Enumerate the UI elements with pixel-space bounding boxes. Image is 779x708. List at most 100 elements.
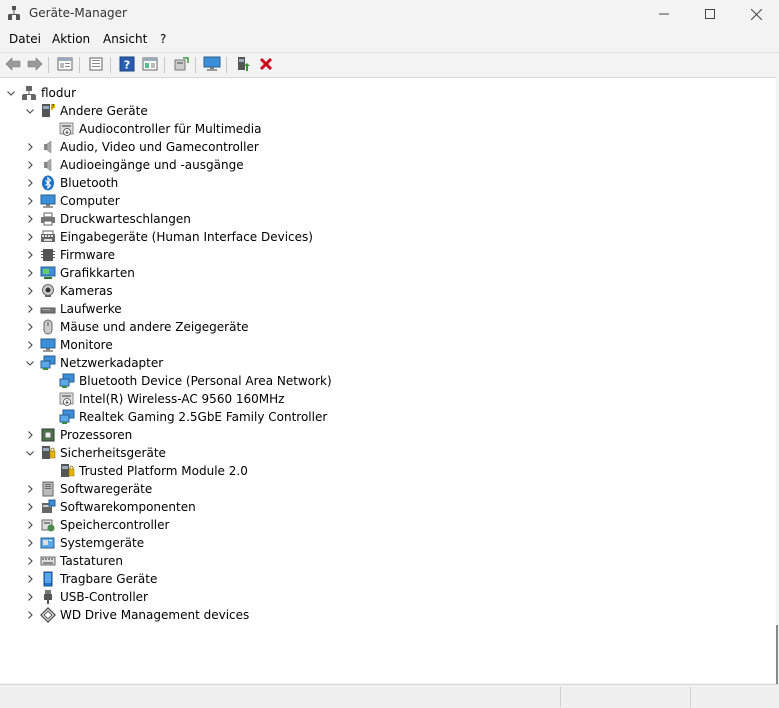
tree-item-label: Prozessoren: [60, 428, 133, 442]
tree-item-label: Tastaturen: [60, 554, 123, 568]
menu-ansicht[interactable]: Ansicht: [103, 32, 147, 46]
chevron-right-icon[interactable]: [22, 481, 38, 497]
tree-item-firmware[interactable]: Firmware: [22, 246, 115, 264]
back-button[interactable]: [4, 56, 22, 74]
monitor-button[interactable]: [203, 56, 221, 74]
tree-item-eingabeger-te-human-interface-devices[interactable]: Eingabegeräte (Human Interface Devices): [22, 228, 313, 246]
chevron-right-icon[interactable]: [22, 517, 38, 533]
tree-item-label: Tragbare Geräte: [60, 572, 158, 586]
chevron-right-icon[interactable]: [22, 193, 38, 209]
chevron-right-icon[interactable]: [22, 283, 38, 299]
tree-item-kameras[interactable]: Kameras: [22, 282, 113, 300]
properties-button[interactable]: [56, 56, 74, 74]
tree-item-label: Bluetooth: [60, 176, 119, 190]
tree-item-wd-drive-management-devices[interactable]: WD Drive Management devices: [22, 606, 249, 624]
chevron-right-icon[interactable]: [22, 265, 38, 281]
tree-item-grafikkarten[interactable]: Grafikkarten: [22, 264, 135, 282]
tree-item-label: Kameras: [60, 284, 113, 298]
maximize-button[interactable]: [687, 0, 733, 28]
tree-item-softwareger-te[interactable]: Softwaregeräte: [22, 480, 152, 498]
tree-item-netzwerkadapter[interactable]: Netzwerkadapter: [22, 354, 163, 372]
tree-item-bluetooth-device-personal-area-network[interactable]: Bluetooth Device (Personal Area Network): [41, 372, 332, 390]
update-driver-button[interactable]: [87, 56, 105, 74]
tree-item-label: Audioeingänge und -ausgänge: [60, 158, 244, 172]
tree-item-label: Bluetooth Device (Personal Area Network): [79, 374, 332, 388]
tree-item-audiocontroller-f-r-multimedia[interactable]: Audiocontroller für Multimedia: [41, 120, 261, 138]
system-device-icon: [40, 535, 56, 551]
chevron-right-icon[interactable]: [22, 499, 38, 515]
tree-item-monitore[interactable]: Monitore: [22, 336, 113, 354]
tree-item-label: Eingabegeräte (Human Interface Devices): [60, 230, 313, 244]
properties-icon: [57, 57, 73, 74]
chevron-down-icon[interactable]: [22, 445, 38, 461]
tree-item-label: flodur: [41, 86, 77, 100]
firmware-icon: [40, 247, 56, 263]
tree-item-speichercontroller[interactable]: Speichercontroller: [22, 516, 169, 534]
tree-item-computer[interactable]: Computer: [22, 192, 120, 210]
chevron-right-icon[interactable]: [22, 139, 38, 155]
back-icon: [5, 56, 21, 74]
enable-device-button[interactable]: [234, 56, 252, 74]
tree-item-prozessoren[interactable]: Prozessoren: [22, 426, 132, 444]
tree-item-trusted-platform-module-2-0[interactable]: Trusted Platform Module 2.0: [41, 462, 248, 480]
uninstall-device-button[interactable]: [257, 56, 275, 74]
tree-item-andere-ger-te[interactable]: ? Andere Geräte: [22, 102, 148, 120]
chevron-right-icon[interactable]: [22, 553, 38, 569]
chevron-right-icon[interactable]: [22, 247, 38, 263]
help-button[interactable]: ?: [118, 56, 136, 74]
forward-button[interactable]: [26, 56, 44, 74]
network-icon: [40, 355, 56, 371]
chevron-right-icon[interactable]: [22, 607, 38, 623]
warning-device-icon: [59, 121, 75, 137]
chevron-right-icon[interactable]: [22, 535, 38, 551]
tree-item-root[interactable]: flodur: [3, 84, 76, 102]
tree-item-laufwerke[interactable]: Laufwerke: [22, 300, 122, 318]
tree-item-druckwarteschlangen[interactable]: Druckwarteschlangen: [22, 210, 191, 228]
scan-hardware-button[interactable]: [172, 56, 190, 74]
close-button[interactable]: [733, 0, 779, 28]
tree-item-label: Netzwerkadapter: [60, 356, 164, 370]
chevron-right-icon[interactable]: [22, 229, 38, 245]
tree-item-systemger-te[interactable]: Systemgeräte: [22, 534, 144, 552]
tree-item-label: WD Drive Management devices: [60, 608, 250, 622]
chevron-right-icon[interactable]: [22, 319, 38, 335]
chevron-right-icon[interactable]: [22, 337, 38, 353]
menu-aktion[interactable]: Aktion: [52, 32, 90, 46]
menu-datei[interactable]: Datei: [9, 32, 41, 46]
tree-item-label: Andere Geräte: [60, 104, 148, 118]
tree-item-usb-controller[interactable]: USB-Controller: [22, 588, 148, 606]
chevron-down-icon[interactable]: [3, 85, 19, 101]
portable-device-icon: [40, 571, 56, 587]
minimize-icon: [659, 9, 669, 19]
chevron-right-icon[interactable]: [22, 589, 38, 605]
chevron-right-icon[interactable]: [22, 211, 38, 227]
tree-item-label: Sicherheitsgeräte: [60, 446, 166, 460]
tree-item-bluetooth[interactable]: Bluetooth: [22, 174, 118, 192]
network-icon: [59, 373, 75, 389]
tree-item-tragbare-ger-te[interactable]: Tragbare Geräte: [22, 570, 157, 588]
tree-item-audio-video-und-gamecontroller[interactable]: Audio, Video und Gamecontroller: [22, 138, 259, 156]
hid-icon: [40, 229, 56, 245]
chevron-right-icon[interactable]: [22, 571, 38, 587]
tree-item-realtek-gaming-2-5gbe-family-controller[interactable]: Realtek Gaming 2.5GbE Family Controller: [41, 408, 327, 426]
help-icon: ?: [119, 56, 135, 75]
tree-item-audioeing-nge-und-ausg-nge[interactable]: Audioeingänge und -ausgänge: [22, 156, 244, 174]
chevron-down-icon[interactable]: [22, 355, 38, 371]
chevron-right-icon[interactable]: [22, 301, 38, 317]
title-bar[interactable]: Geräte-Manager: [0, 0, 779, 28]
chevron-right-icon[interactable]: [22, 157, 38, 173]
tree-item-intel-r-wireless-ac-9560-160mhz[interactable]: Intel(R) Wireless-AC 9560 160MHz: [41, 390, 284, 408]
tree-item-label: Intel(R) Wireless-AC 9560 160MHz: [79, 392, 285, 406]
chevron-right-icon[interactable]: [22, 175, 38, 191]
tree-item-tastaturen[interactable]: Tastaturen: [22, 552, 123, 570]
chevron-down-icon[interactable]: [22, 103, 38, 119]
menu-help[interactable]: ?: [160, 32, 166, 46]
minimize-button[interactable]: [641, 0, 687, 28]
tree-item-sicherheitsger-te[interactable]: Sicherheitsgeräte: [22, 444, 166, 462]
tree-item-softwarekomponenten[interactable]: Softwarekomponenten: [22, 498, 196, 516]
show-hidden-button[interactable]: [141, 56, 159, 74]
device-tree[interactable]: flodur ? Andere Geräte Audiocontroller für …: [0, 77, 776, 683]
chevron-right-icon[interactable]: [22, 427, 38, 443]
tree-item-m-use-und-andere-zeigeger-te[interactable]: Mäuse und andere Zeigegeräte: [22, 318, 249, 336]
